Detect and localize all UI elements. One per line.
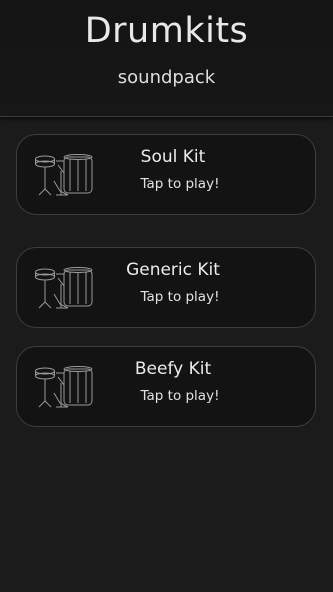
drum-kit-icon xyxy=(35,366,93,408)
drum-kit-icon xyxy=(35,154,93,196)
kit-hint: Tap to play! xyxy=(140,176,220,192)
kit-hint: Tap to play! xyxy=(140,388,220,404)
app-title: Drumkits xyxy=(84,11,249,51)
app-header: Drumkits soundpack xyxy=(0,0,333,117)
kit-name: Soul Kit xyxy=(140,147,206,167)
kit-name: Beefy Kit xyxy=(134,359,212,379)
kit-card-generic[interactable]: Generic Kit Tap to play! xyxy=(16,247,316,328)
kit-name: Generic Kit xyxy=(126,260,220,280)
kit-card-beefy[interactable]: Beefy Kit Tap to play! xyxy=(16,346,316,427)
kit-hint: Tap to play! xyxy=(140,289,220,305)
kit-card-soul[interactable]: Soul Kit Tap to play! xyxy=(16,134,316,215)
drum-kit-icon xyxy=(35,267,93,309)
app-subtitle: soundpack xyxy=(117,67,216,88)
